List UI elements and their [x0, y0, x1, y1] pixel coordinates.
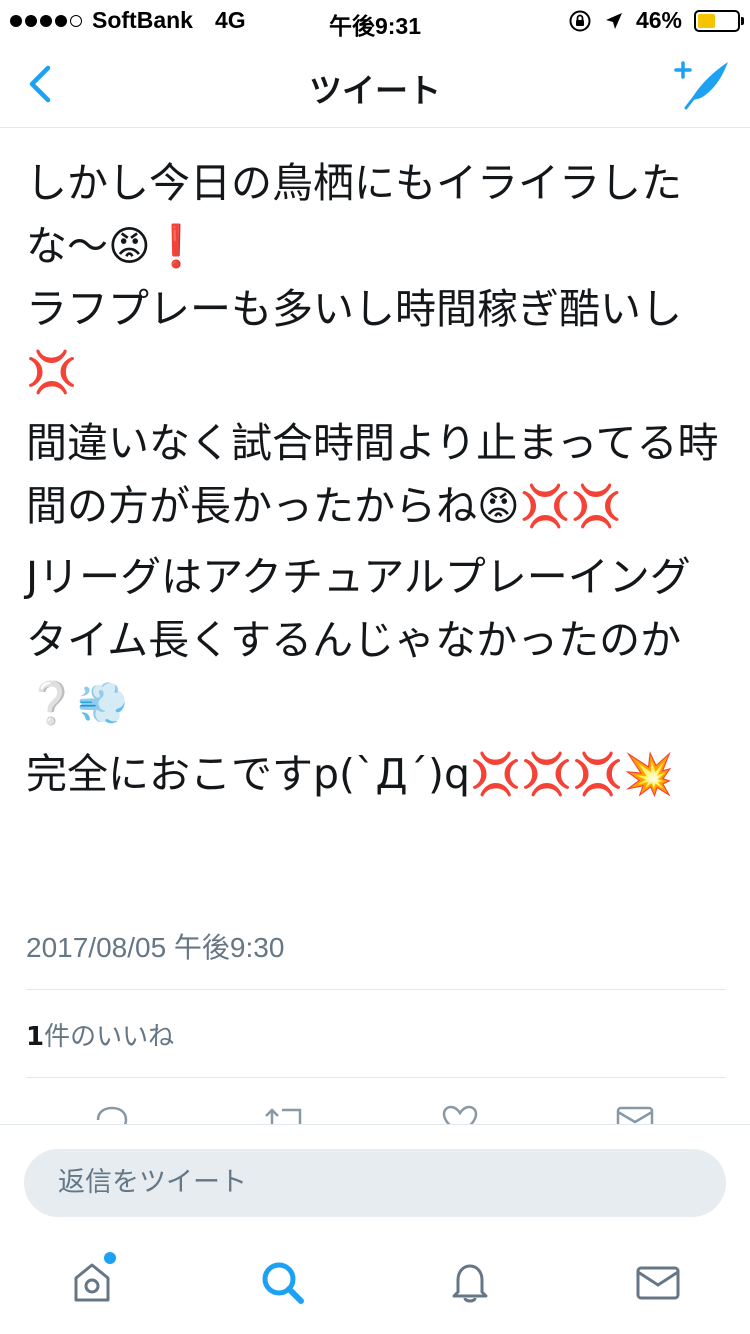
battery-icon	[694, 9, 744, 32]
tweet-paragraph: 間違いなく試合時間より止まってる時間の方が長かったからね😡💢💢	[26, 419, 719, 530]
status-bar: SoftBank 4G 午後9:31 46%	[0, 0, 750, 40]
home-icon[interactable]	[68, 1258, 116, 1306]
battery-level	[698, 13, 716, 28]
direct-message-icon[interactable]	[616, 1104, 654, 1124]
divider	[26, 989, 726, 990]
location-arrow-icon	[605, 12, 622, 29]
likes-count[interactable]: 1件のいいね	[26, 1016, 174, 1053]
page-title: ツイート	[309, 71, 441, 110]
search-icon[interactable]	[258, 1258, 306, 1306]
likes-label: 件のいいね	[44, 1022, 175, 1052]
tweet-timestamp[interactable]: 2017/08/05 午後9:30	[26, 926, 284, 966]
nav-bar: ツイート	[0, 40, 750, 128]
like-icon[interactable]	[441, 1104, 479, 1124]
messages-icon[interactable]	[634, 1258, 682, 1306]
reply-icon[interactable]	[94, 1104, 130, 1124]
tweet-paragraph: 完全におこですp(`Д´)q💢💢💢💥	[26, 750, 675, 798]
retweet-icon[interactable]	[264, 1104, 304, 1124]
notifications-icon[interactable]	[446, 1258, 494, 1306]
rotation-lock-icon	[569, 10, 591, 31]
compose-tweet-icon[interactable]	[672, 56, 732, 112]
tweet-text: しかし今日の鳥栖にもイライラしたな〜😡❗ ラフプレーも多いし時間稼ぎ酷いし💢 間…	[26, 152, 726, 814]
tab-bar	[0, 1236, 750, 1334]
status-right: 46%	[568, 7, 744, 34]
battery-percent: 46%	[635, 7, 682, 33]
reply-bar: 返信をツイート	[0, 1124, 750, 1236]
tweet-paragraph: Jリーグはアクチュアルプレーイングタイム長くするんじゃなかったのか❔💨	[26, 553, 691, 727]
likes-number: 1	[26, 1022, 45, 1052]
tweet-actions	[0, 1100, 750, 1124]
tweet-paragraph: しかし今日の鳥栖にもイライラしたな〜😡❗ ラフプレーも多いし時間稼ぎ酷いし💢	[26, 159, 682, 396]
reply-input[interactable]: 返信をツイート	[24, 1149, 726, 1217]
divider	[26, 1077, 726, 1078]
new-content-badge	[104, 1252, 116, 1264]
